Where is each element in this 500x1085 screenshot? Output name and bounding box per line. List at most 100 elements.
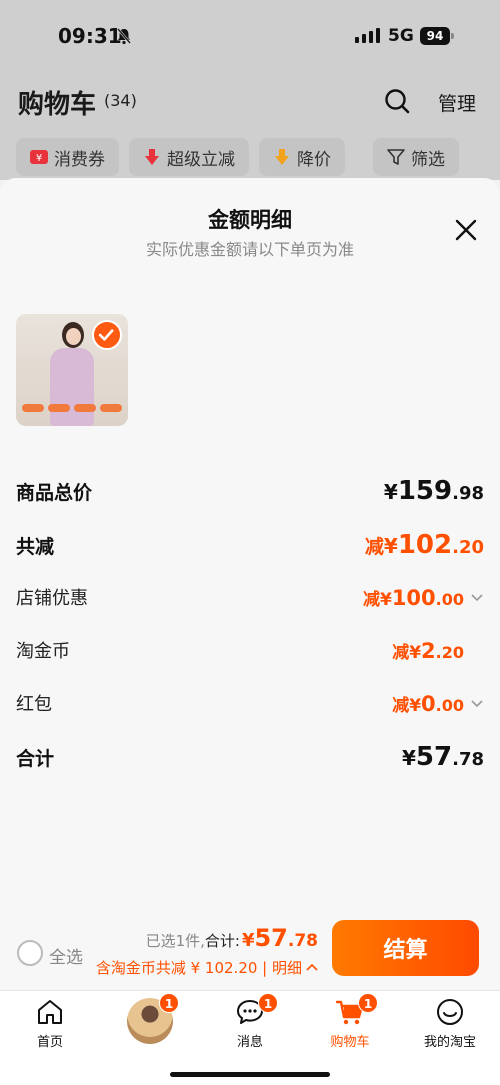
tab-home[interactable]: 首页 [10,997,90,1050]
close-icon[interactable] [454,218,478,242]
price-drop-icon [275,149,289,165]
row-amount: ¥57.78 [402,742,484,772]
row-amount: 减 ¥0.00 [392,691,484,716]
row-label: 淘金币 [16,641,70,662]
row-label: 合计 [16,747,55,770]
checkout-button[interactable]: 结算 [332,920,479,976]
row-label: 共减 [16,535,55,558]
amount-decimal: .20 [452,537,484,558]
signal-icon [355,28,380,43]
chip-label: 超级立减 [167,149,235,170]
sum-integer: 57 [254,924,288,952]
amount-decimal: .78 [452,749,484,770]
chip-label: 消费券 [54,149,105,170]
tab-cart[interactable]: 购物车 [310,997,390,1050]
currency-symbol: ¥ [409,695,422,716]
svg-text:¥: ¥ [36,153,42,164]
chip-price-drop[interactable]: 降价 [259,138,345,176]
product-thumbnail[interactable] [16,314,128,426]
row-label: 红包 [16,694,52,715]
amount-prefix: 减 [362,589,380,610]
row-amount: 减 ¥2.20 [392,638,464,663]
home-indicator [170,1072,330,1077]
home-icon [38,1000,62,1024]
profile-icon [437,999,463,1025]
row-label: 商品总价 [16,481,93,504]
row-label: 店铺优惠 [16,588,88,609]
cart-badge: 1 [358,993,378,1013]
filter-icon [387,149,405,165]
product-image-face [66,328,81,345]
amount-prefix: 减 [392,695,410,716]
bell-muted-icon [117,28,131,45]
product-image-body [50,348,94,426]
select-all-radio[interactable] [17,940,43,966]
sheet-subtitle: 实际优惠金额请以下单页为准 [145,240,354,259]
product-image-tags [22,404,122,412]
filter-chips: ¥ 消费券 超级立减 降价 筛选 [16,138,459,176]
currency-symbol: ¥ [409,642,422,663]
row-sum: 合计 ¥57.78 [16,742,484,772]
currency-symbol: ¥ [379,589,392,610]
checkout-bar: 全选 已选1件, 合计: ¥57.78 含淘金币共减 ¥ 102.20 | 明细… [0,912,500,990]
checkout-summary: 已选1件, 合计: ¥57.78 [146,924,318,952]
page-title: 购物车 [18,90,97,120]
row-amount: 减 ¥100.00 [363,585,484,610]
currency-symbol: ¥ [383,480,398,504]
amount-prefix: 减 [392,642,410,663]
chip-divider [355,138,363,176]
row-total-price: 商品总价 ¥159.98 [16,476,484,506]
messages-badge: 1 [258,993,278,1013]
row-shop-discount[interactable]: 店铺优惠 减 ¥100.00 [16,584,484,610]
select-all-label[interactable]: 全选 [49,943,83,968]
chip-super-discount[interactable]: 超级立减 [129,138,249,176]
row-red-packet[interactable]: 红包 减 ¥0.00 [16,690,484,716]
selected-count: 已选1件, [145,932,205,950]
chevron-down-icon[interactable] [470,592,484,602]
amount-prefix: 减 [364,536,384,558]
chip-label: 降价 [297,149,331,170]
saving-detail-link[interactable]: 含淘金币共减 ¥ 102.20 | 明细 [96,957,318,978]
amount-integer: 2 [421,638,436,663]
arrow-down-icon [145,149,159,165]
tab-label: 消息 [236,1035,263,1050]
chip-coupon[interactable]: ¥ 消费券 [16,138,119,176]
chevron-down-icon[interactable] [470,698,484,708]
manage-button[interactable]: 管理 [438,89,476,116]
coupon-icon: ¥ [30,150,48,164]
search-icon[interactable] [384,88,410,114]
sum-label: 合计: [204,932,240,950]
battery-icon: 94 [420,27,450,45]
battery-tip [451,33,454,39]
tab-label: 购物车 [330,1035,370,1050]
amount-integer: 100 [391,585,436,610]
tab-label: 首页 [36,1035,63,1050]
row-amount: 减 ¥102.20 [365,530,484,560]
saving-text: 含淘金币共减 ¥ 102.20 | 明细 [95,959,302,977]
currency-symbol: ¥ [402,746,416,770]
amount-integer: 0 [421,691,436,716]
currency-symbol: ¥ [383,534,398,558]
amount-detail-sheet: 金额明细 实际优惠金额请以下单页为准 商品总价 ¥159.98 共减 减 ¥102… [0,178,500,990]
row-total-discount: 共减 减 ¥102.20 [16,530,484,560]
amount-decimal: .00 [435,589,464,609]
tab-label: 我的淘宝 [423,1035,476,1050]
sum-decimal: .78 [287,931,318,951]
chip-label: 筛选 [411,149,445,170]
amount-integer: 57 [415,742,453,772]
network-type: 5G [388,26,414,46]
cart-count: (34) [104,91,137,110]
sheet-title: 金额明细 [208,208,292,232]
amount-integer: 159 [397,476,453,506]
chip-filter[interactable]: 筛选 [373,138,459,176]
tab-profile[interactable]: 我的淘宝 [410,997,490,1050]
chevron-up-icon [306,963,318,971]
check-icon [92,320,122,350]
tab-messages[interactable]: 消息 [210,997,290,1050]
avatar-badge: 1 [159,993,179,1013]
currency-symbol: ¥ [241,930,255,951]
amount-decimal: .20 [435,642,464,662]
amount-decimal: .98 [452,483,484,504]
amount-integer: 102 [397,530,453,560]
tab-bar: 首页 1 消息 1 购物车 1 我的淘宝 [0,990,500,1085]
